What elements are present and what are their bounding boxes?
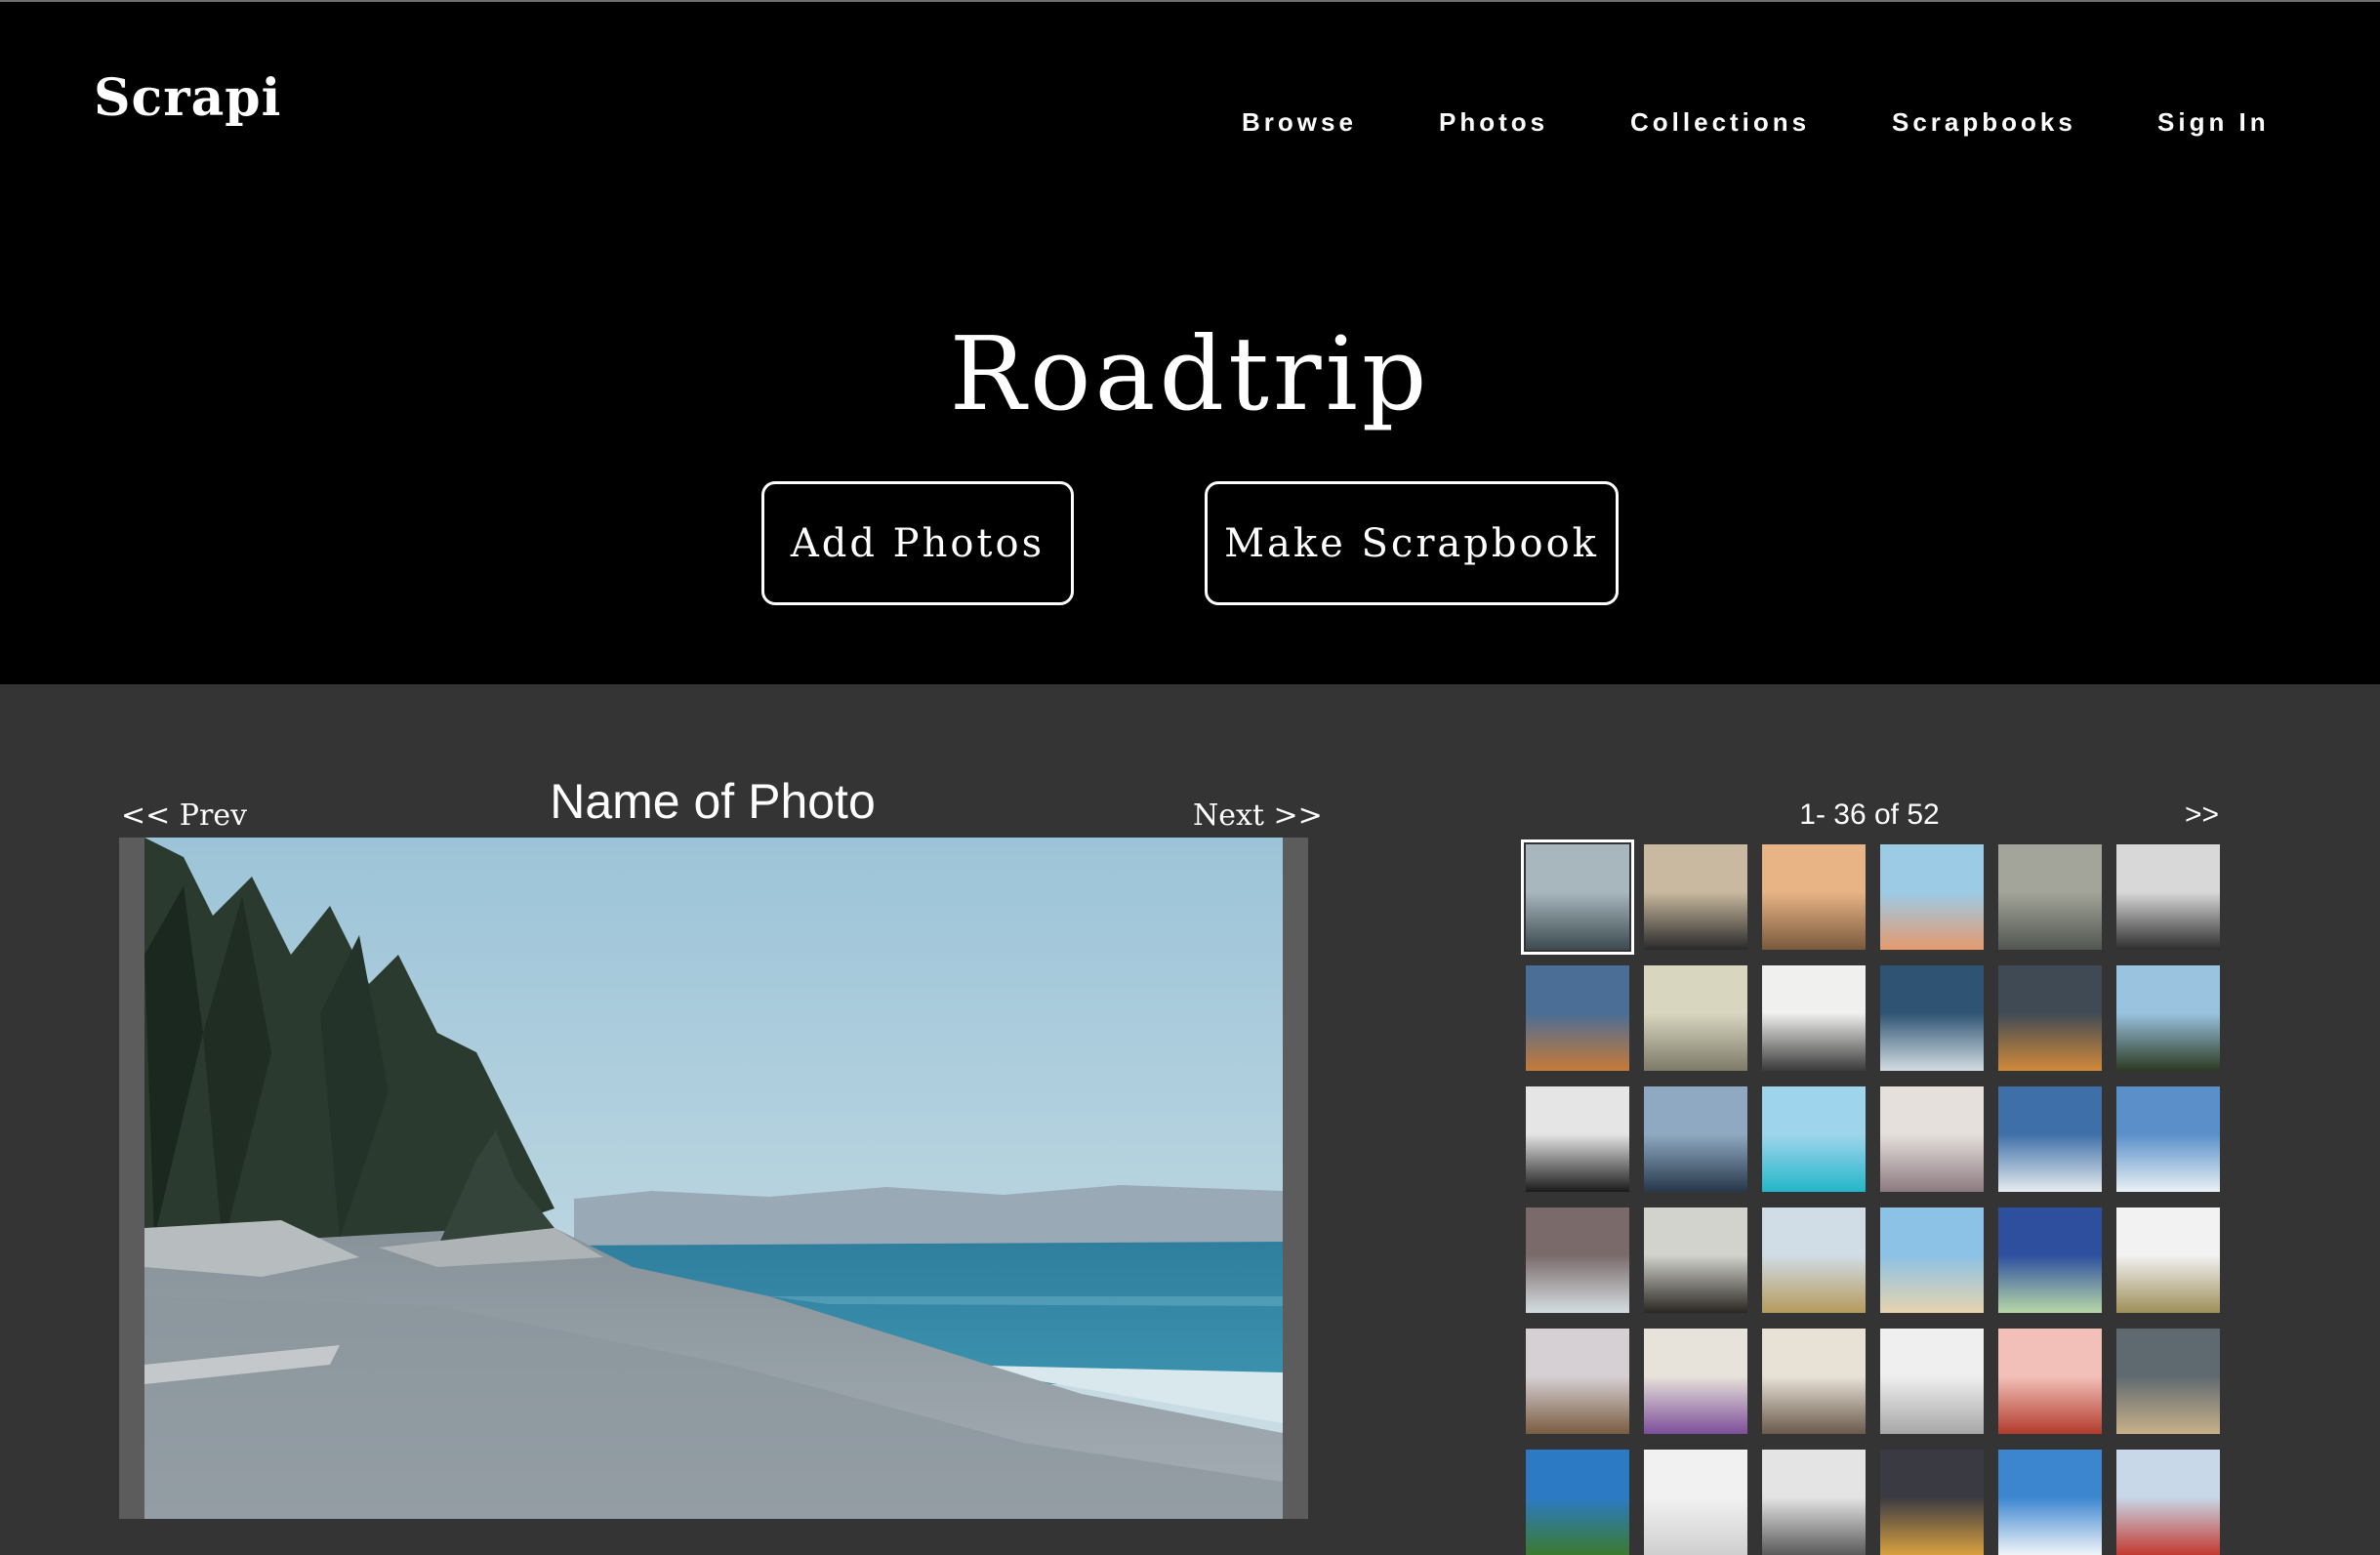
- photo-thumbnail[interactable]: [1526, 965, 1629, 1071]
- nav-item-collections[interactable]: Collections: [1630, 107, 1810, 138]
- gallery-counter: 1- 36 of 52: [1799, 798, 1940, 831]
- photo-thumbnail[interactable]: [1762, 844, 1866, 950]
- nav-item-scrapbooks[interactable]: Scrapbooks: [1892, 107, 2076, 138]
- photo-thumbnail[interactable]: [1521, 839, 1634, 955]
- photo-thumbnail[interactable]: [1998, 1086, 2102, 1192]
- add-photos-button[interactable]: Add Photos: [761, 481, 1074, 605]
- photo-thumbnail[interactable]: [1644, 1207, 1747, 1313]
- beach-landscape-image: [144, 838, 1283, 1519]
- photo-thumbnail[interactable]: [1880, 1329, 1984, 1434]
- photo-thumbnail[interactable]: [2116, 1450, 2220, 1555]
- photo-thumbnail[interactable]: [1644, 965, 1747, 1071]
- photo-thumbnail[interactable]: [2116, 1207, 2220, 1313]
- photo-thumbnail[interactable]: [1762, 1207, 1866, 1313]
- photo-thumbnail[interactable]: [1762, 1450, 1866, 1555]
- photo-thumbnail[interactable]: [1880, 1086, 1984, 1192]
- photo-thumbnail[interactable]: [1998, 1207, 2102, 1313]
- nav-item-browse[interactable]: Browse: [1242, 107, 1357, 138]
- photo-thumbnail[interactable]: [1762, 1329, 1866, 1434]
- site-header: Scrapi Browse Photos Collections Scrapbo…: [0, 2, 2380, 684]
- photo-thumbnail[interactable]: [1526, 1450, 1629, 1555]
- gallery-next-page-link[interactable]: >>: [2185, 798, 2219, 832]
- photo-thumbnail[interactable]: [1526, 1329, 1629, 1434]
- prev-photo-link[interactable]: << Prev: [121, 798, 247, 833]
- photo-thumbnail[interactable]: [2116, 1086, 2220, 1192]
- photo-viewer: [119, 838, 1308, 1519]
- photo-thumbnail[interactable]: [1526, 1207, 1629, 1313]
- photo-thumbnail[interactable]: [1762, 965, 1866, 1071]
- nav-item-photos[interactable]: Photos: [1439, 107, 1548, 138]
- photo-thumbnail[interactable]: [1998, 844, 2102, 950]
- photo-thumbnail[interactable]: [1526, 1086, 1629, 1192]
- photo-thumbnail[interactable]: [1998, 1450, 2102, 1555]
- main-nav: Browse Photos Collections Scrapbooks Sig…: [0, 107, 2380, 146]
- album-title: Roadtrip: [949, 313, 1431, 433]
- photo-thumbnail[interactable]: [1644, 1086, 1747, 1192]
- next-photo-link[interactable]: Next >>: [1193, 798, 1323, 833]
- photo-thumbnail[interactable]: [1880, 1207, 1984, 1313]
- photo-thumbnail[interactable]: [1998, 965, 2102, 1071]
- photo-thumbnail[interactable]: [1880, 844, 1984, 950]
- nav-item-sign-in[interactable]: Sign In: [2157, 107, 2270, 138]
- photo-name: Name of Photo: [550, 774, 876, 829]
- main-photo[interactable]: [144, 838, 1283, 1519]
- photo-thumbnail[interactable]: [2116, 844, 2220, 950]
- make-scrapbook-button[interactable]: Make Scrapbook: [1205, 481, 1619, 605]
- photo-thumbnail[interactable]: [1762, 1086, 1866, 1192]
- photo-thumbnail[interactable]: [1644, 1450, 1747, 1555]
- photo-thumbnail[interactable]: [1644, 844, 1747, 950]
- photo-thumbnail[interactable]: [1880, 1450, 1984, 1555]
- photo-thumbnail[interactable]: [2116, 1329, 2220, 1434]
- photo-thumbnail[interactable]: [1644, 1329, 1747, 1434]
- photo-thumbnail[interactable]: [1880, 965, 1984, 1071]
- photo-thumbnail[interactable]: [1998, 1329, 2102, 1434]
- photo-thumbnail[interactable]: [2116, 965, 2220, 1071]
